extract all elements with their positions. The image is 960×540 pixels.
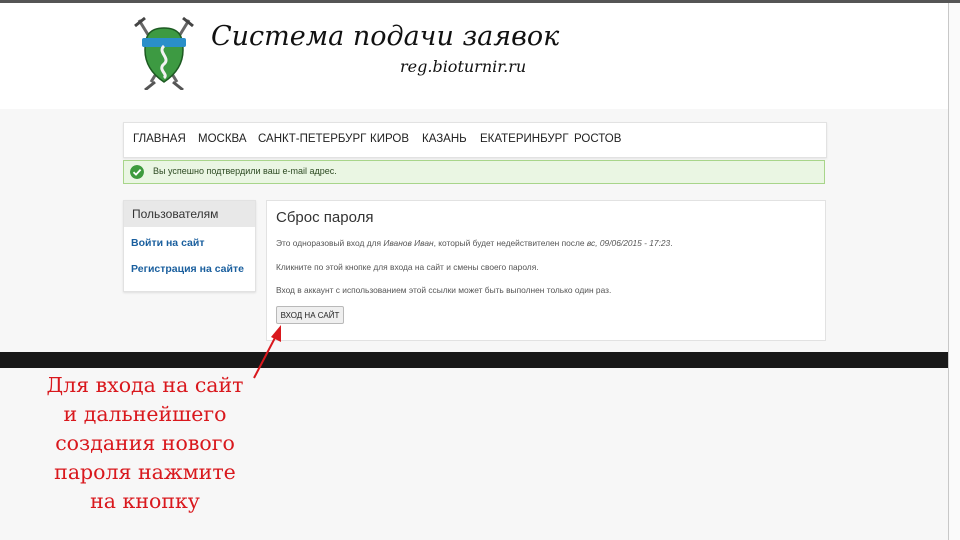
footer-band — [0, 352, 948, 368]
page-title: Сброс пароля — [276, 209, 374, 226]
one-time-warning: Вход в аккаунт с использованием этой ссы… — [276, 285, 612, 295]
user-name: Иванов Иван — [383, 238, 434, 248]
annotation-line: пароля нажмите — [54, 460, 236, 484]
nav-item-rostov[interactable]: РОСТОВ — [574, 133, 621, 145]
alert-message: Вы успешно подтвердили ваш e-mail адрес. — [153, 166, 337, 176]
emblem-logo-icon — [134, 16, 194, 90]
login-button[interactable]: ВХОД НА САЙТ — [276, 306, 344, 324]
site-url: reg.bioturnir.ru — [400, 57, 527, 76]
annotation-text: Для входа на сайт и дальнейшего создания… — [22, 371, 268, 516]
main-navigation: ГЛАВНАЯ МОСКВА САНКТ-ПЕТЕРБУРГ КИРОВ КАЗ… — [123, 122, 827, 158]
expiry-date: вс, 09/06/2015 - 17:23 — [586, 238, 671, 248]
instruction-text: Кликните по этой кнопке для входа на сай… — [276, 262, 539, 272]
sidebar-link-login[interactable]: Войти на сайт — [131, 237, 204, 249]
nav-item-home[interactable]: ГЛАВНАЯ — [133, 133, 186, 145]
password-reset-panel: Сброс пароля Это одноразовый вход для Ив… — [266, 200, 826, 341]
vertical-scrollbar[interactable] — [948, 3, 960, 540]
one-time-login-info: Это одноразовый вход для Иванов Иван, ко… — [276, 238, 673, 248]
annotation-line: Для входа на сайт — [46, 373, 244, 397]
sidebar-link-register[interactable]: Регистрация на сайте — [131, 263, 244, 275]
nav-item-kazan[interactable]: КАЗАНЬ — [422, 133, 467, 145]
annotation-line: на кнопку — [90, 489, 200, 513]
sidebar-users-block: Пользователям Войти на сайт Регистрация … — [123, 200, 256, 292]
site-header: Система подачи заявок reg.bioturnir.ru — [0, 3, 948, 109]
nav-item-moscow[interactable]: МОСКВА — [198, 133, 247, 145]
annotation-line: и дальнейшего — [63, 402, 227, 426]
site-title: Система подачи заявок — [211, 21, 560, 52]
annotation-line: создания нового — [55, 431, 235, 455]
nav-item-yekaterinburg[interactable]: ЕКАТЕРИНБУРГ — [480, 133, 569, 145]
success-alert: Вы успешно подтвердили ваш e-mail адрес. — [123, 160, 825, 184]
sidebar-title: Пользователям — [124, 201, 255, 227]
nav-item-saint-petersburg[interactable]: САНКТ-ПЕТЕРБУРГ — [258, 133, 366, 145]
check-icon — [130, 165, 144, 179]
nav-item-kirov[interactable]: КИРОВ — [370, 133, 409, 145]
